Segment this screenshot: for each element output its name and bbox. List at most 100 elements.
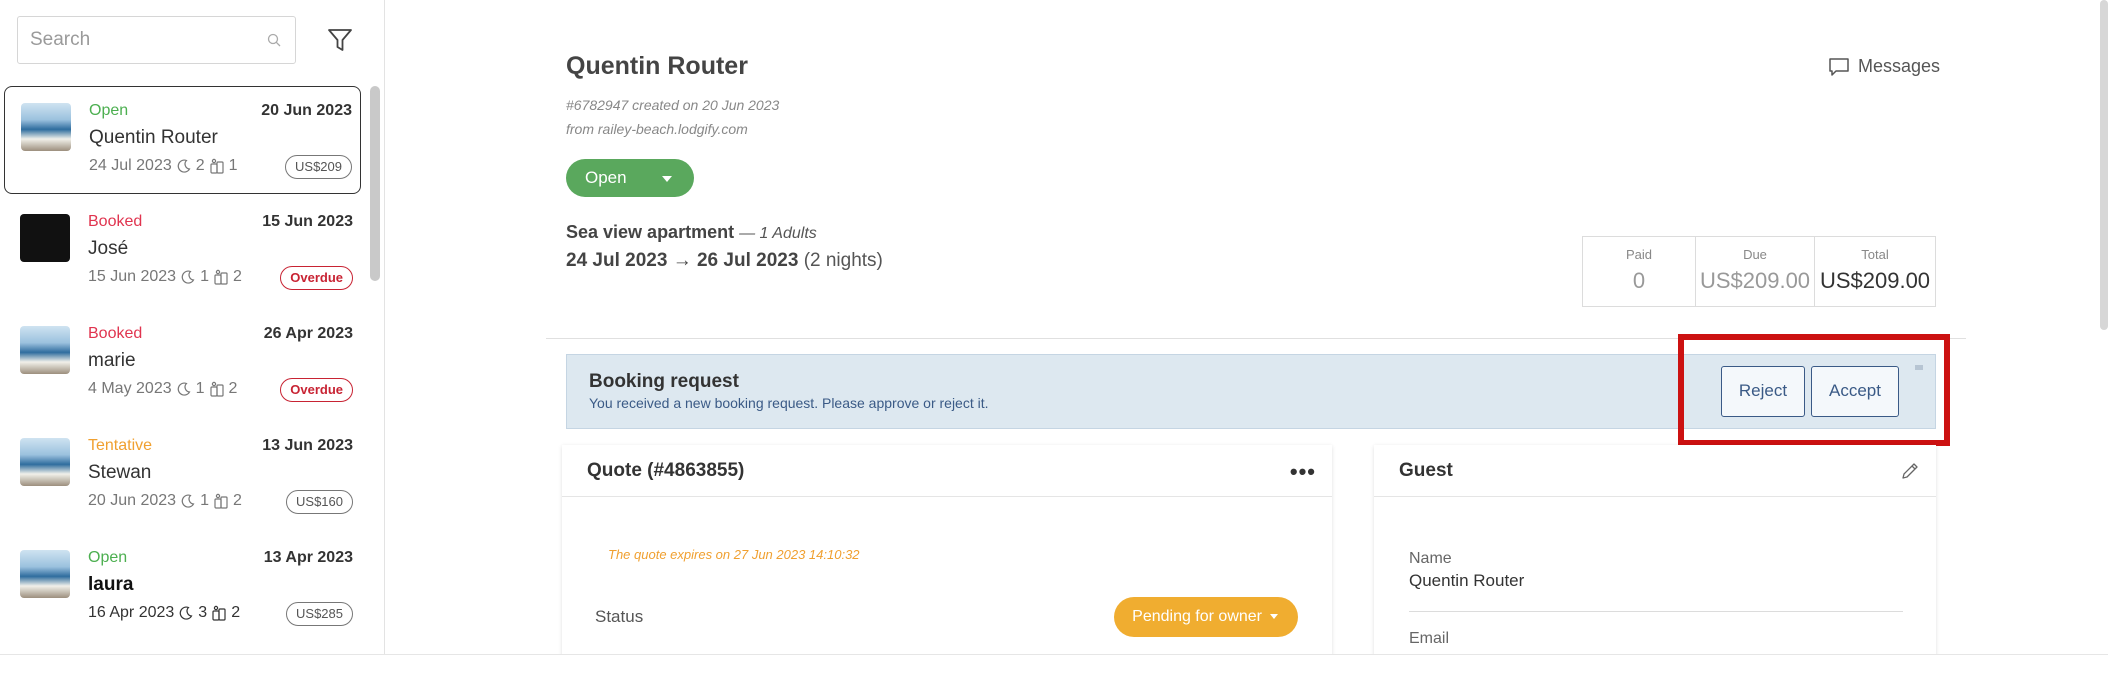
guests-count: 2 [232, 268, 242, 285]
page-scrollbar[interactable] [2100, 0, 2108, 330]
chat-icon [1829, 57, 1849, 76]
field-divider [1409, 611, 1903, 612]
nights-count: 1 [200, 268, 209, 285]
guest-name-value: Quentin Router [1409, 571, 1525, 590]
conversation-guest-name: laura [88, 574, 134, 595]
due-value: US$209.00 [1699, 268, 1811, 293]
conversation-item[interactable]: Open 20 Jun 2023 Quentin Router 24 Jul 2023… [4, 86, 361, 194]
moon-icon [181, 494, 195, 508]
conversation-item[interactable]: Tentative 13 Jun 2023 Stewan 20 Jun 2023 1 2 U… [4, 422, 361, 530]
total-value: US$209.00 [1819, 268, 1931, 293]
conversation-sidebar: Open 20 Jun 2023 Quentin Router 24 Jul 2023… [0, 0, 385, 654]
pencil-icon[interactable] [1900, 461, 1920, 481]
conversation-item[interactable]: Booked 26 Apr 2023 marie 4 May 2023 1 2 Overdu… [4, 310, 361, 418]
messages-link[interactable]: Messages [1828, 56, 1940, 77]
property-thumbnail [20, 326, 70, 374]
conversation-status: Booked [88, 213, 143, 230]
conversation-status: Booked [88, 325, 143, 342]
conversation-date: 15 Jun 2023 [262, 213, 353, 230]
moon-icon [177, 382, 191, 396]
guest-count: — 1 Adults [739, 225, 817, 242]
moon-icon [181, 270, 195, 284]
nights-count: (2 nights) [803, 250, 883, 271]
conversation-meta: 16 Apr 2023 3 2 [88, 604, 240, 622]
conversation-guest-name: marie [88, 350, 136, 371]
paid-cell: Paid 0 [1583, 237, 1696, 306]
highlight-box [1678, 334, 1950, 446]
status-badge: US$209 [285, 155, 352, 179]
property-line: Sea view apartment — 1 Adults [566, 222, 817, 243]
guests-icon [209, 381, 224, 397]
nights-count: 2 [195, 157, 205, 174]
check-in-date: 24 Jul 2023 [566, 250, 668, 271]
stay-dates: 24 Jul 2023 → 26 Jul 2023 (2 nights) [566, 250, 883, 272]
quote-title: Quote (#4863855) [587, 460, 745, 481]
search-icon[interactable] [267, 33, 281, 47]
paid-value: 0 [1632, 268, 1646, 293]
stay-date: 16 Apr 2023 [88, 604, 175, 621]
due-label: Due [1743, 247, 1767, 262]
due-cell: Due US$209.00 [1696, 237, 1815, 306]
status-badge: Overdue [280, 378, 353, 402]
booking-created-line: #6782947 created on 20 Jun 2023 [566, 97, 780, 113]
conversation-date: 20 Jun 2023 [261, 102, 352, 119]
conversation-date: 26 Apr 2023 [263, 325, 353, 342]
request-title: Booking request [589, 371, 739, 392]
check-out-date: 26 Jul 2023 [696, 250, 799, 271]
quote-status-label: Status [595, 607, 644, 626]
guests-count: 2 [228, 380, 238, 397]
status-badge: US$160 [286, 490, 353, 514]
payment-summary: Paid 0 Due US$209.00 Total US$209.00 [1582, 236, 1936, 307]
conversation-status: Open [88, 549, 128, 566]
sidebar-scrollbar[interactable] [370, 86, 380, 281]
conversation-status: Tentative [88, 437, 153, 454]
nights-count: 1 [195, 380, 205, 397]
booking-detail: Quentin Router #6782947 created on 20 Ju… [386, 0, 2108, 654]
conversation-item[interactable]: Booked 15 Jun 2023 José 15 Jun 2023 1 2 Overdu… [4, 198, 361, 306]
conversation-meta: 15 Jun 2023 1 2 [88, 268, 242, 286]
status-label: Open [585, 168, 627, 187]
conversation-guest-name: José [88, 238, 129, 259]
quote-expiry: The quote expires on 27 Jun 2023 14:10:3… [608, 547, 860, 562]
filter-icon[interactable] [326, 26, 354, 54]
conversation-meta: 20 Jun 2023 1 2 [88, 492, 242, 510]
conversation-date: 13 Jun 2023 [262, 437, 353, 454]
quote-status-dropdown[interactable]: Pending for owner [1114, 597, 1298, 637]
property-name: Sea view apartment [566, 222, 735, 242]
property-thumbnail [20, 550, 70, 598]
conversation-guest-name: Quentin Router [89, 127, 218, 148]
guest-email-label: Email [1409, 630, 1450, 647]
app-window: Open 20 Jun 2023 Quentin Router 24 Jul 2023… [0, 0, 2108, 655]
booking-status-dropdown[interactable]: Open [566, 159, 694, 197]
guest-title: Guest [1399, 460, 1453, 481]
guests-count: 2 [232, 492, 242, 509]
guests-count: 2 [231, 604, 241, 621]
stay-date: 4 May 2023 [88, 380, 172, 397]
guests-icon [214, 493, 228, 509]
moon-icon [179, 606, 193, 620]
guest-card: Guest Name Quentin Router Email [1374, 445, 1936, 654]
search-input[interactable] [18, 17, 295, 63]
nights-count: 1 [200, 492, 209, 509]
status-badge: Overdue [280, 266, 353, 290]
paid-label: Paid [1625, 247, 1653, 262]
nights-count: 3 [198, 604, 208, 621]
search-box [17, 16, 296, 64]
property-thumbnail [21, 103, 71, 151]
quote-status-value: Pending for owner [1132, 608, 1262, 625]
moon-icon [177, 159, 191, 173]
conversation-item[interactable]: Open 13 Apr 2023 laura 16 Apr 2023 3 2 US$285 [4, 534, 361, 642]
total-cell: Total US$209.00 [1815, 237, 1935, 306]
request-text: You received a new booking request. Plea… [589, 395, 989, 411]
status-badge: US$285 [286, 602, 353, 626]
stay-date: 20 Jun 2023 [88, 492, 177, 509]
property-thumbnail [20, 214, 70, 262]
caret-down-icon [1270, 614, 1278, 619]
booking-source-line: from railey-beach.lodgify.com [566, 121, 748, 137]
more-options-icon[interactable]: ••• [1290, 459, 1316, 485]
conversation-meta: 4 May 2023 1 2 [88, 380, 237, 398]
caret-down-icon [662, 176, 672, 182]
conversation-date: 13 Apr 2023 [263, 549, 353, 566]
guests-icon [212, 605, 226, 621]
total-label: Total [1861, 247, 1889, 262]
